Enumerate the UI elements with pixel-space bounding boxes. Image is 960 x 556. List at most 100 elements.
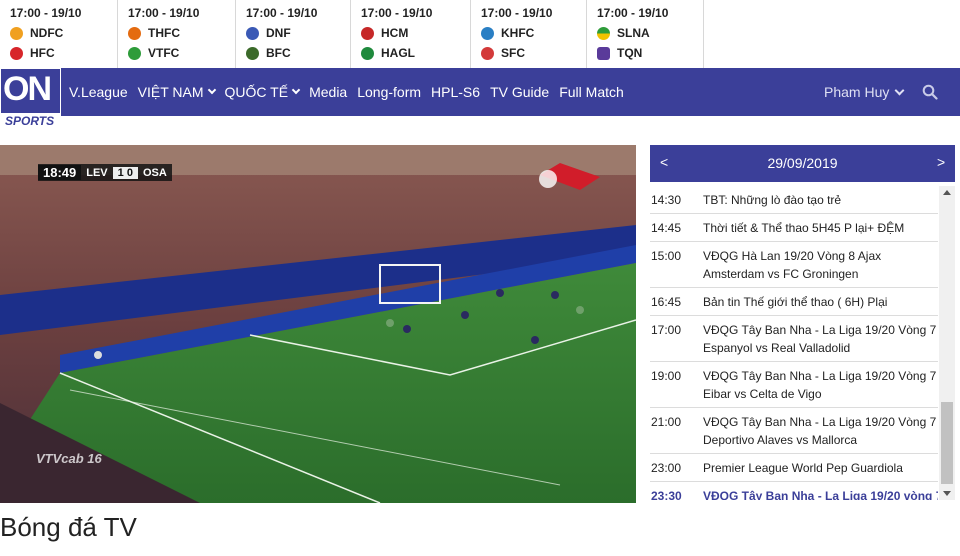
chevron-down-icon (894, 85, 905, 95)
match-card[interactable]: 17:00 - 19/10 SLNA TQN (587, 0, 704, 68)
match-card[interactable]: 17:00 - 19/10 THFC VTFC (118, 0, 236, 68)
away-team: HAGL (361, 43, 470, 63)
match-time: 17:00 - 19/10 (128, 6, 200, 20)
match-time: 17:00 - 19/10 (246, 6, 318, 20)
schedule-row[interactable]: 23:00 Premier League World Pep Guardiola (650, 454, 938, 482)
match-time: 17:00 - 19/10 (10, 6, 82, 20)
nav-menu: V.League VIỆT NAM QUỐC TẾ Media Long-for… (69, 68, 634, 116)
nav-item-hpl-s6[interactable]: HPL-S6 (431, 84, 480, 100)
team-name: HAGL (381, 46, 415, 60)
program-time: 19:00 (651, 369, 682, 383)
team-name: BFC (266, 46, 291, 60)
schedule-scrollbar[interactable] (939, 186, 955, 500)
search-icon[interactable] (922, 84, 938, 100)
away-team: TQN (597, 43, 703, 63)
away-team: SFC (481, 43, 586, 63)
program-time: 14:45 (651, 221, 682, 235)
program-time: 16:45 (651, 295, 682, 309)
video-player[interactable]: 18:49 LEV 1 0 OSA VTVcab 16 (0, 145, 636, 503)
nav-item-vleague[interactable]: V.League (69, 84, 128, 100)
nav-label: Media (309, 84, 348, 100)
nav-item-media[interactable]: Media (309, 84, 347, 100)
program-title: Bản tin Thế giới thể thao ( 6H) Plại (703, 295, 888, 309)
program-time: 23:30 (651, 489, 682, 500)
program-time: 15:00 (651, 249, 682, 263)
match-card[interactable]: 17:00 - 19/10 HCM HAGL (351, 0, 471, 68)
match-clock: 18:49 (38, 165, 82, 180)
user-menu[interactable]: Pham Huy (824, 68, 905, 116)
match-time: 17:00 - 19/10 (481, 6, 553, 20)
nav-item-vietnam[interactable]: VIỆT NAM (138, 84, 216, 100)
match-time: 17:00 - 19/10 (597, 6, 669, 20)
logo-sports-text: SPORTS (1, 113, 60, 130)
team-crest-icon (481, 46, 494, 60)
program-title: VĐQG Hà Lan 19/20 Vòng 8 Ajax Amsterdam … (703, 249, 882, 281)
scroll-down-icon[interactable] (943, 491, 951, 496)
program-title: VĐQG Tây Ban Nha - La Liga 19/20 Vòng 7 … (703, 415, 937, 447)
program-title: VĐQG Tây Ban Nha - La Liga 19/20 Vòng 7 … (703, 369, 937, 401)
nav-item-tv-guide[interactable]: TV Guide (490, 84, 549, 100)
team-crest-icon (128, 46, 141, 60)
schedule-row[interactable]: 19:00 VĐQG Tây Ban Nha - La Liga 19/20 Vò… (650, 362, 938, 408)
away-team: BFC (246, 43, 350, 63)
schedule-row-current[interactable]: 23:30 VĐQG Tây Ban Nha - La Liga 19/20 vò… (650, 482, 938, 500)
team-crest-icon (128, 26, 141, 40)
schedule-row[interactable]: 21:00 VĐQG Tây Ban Nha - La Liga 19/20 Vò… (650, 408, 938, 454)
home-team: KHFC (481, 23, 586, 43)
match-card[interactable]: 17:00 - 19/10 KHFC SFC (471, 0, 587, 68)
team-name: NDFC (30, 26, 64, 40)
team-crest-icon (597, 46, 610, 60)
team-crest-icon (10, 26, 23, 40)
scroll-thumb[interactable] (941, 402, 953, 484)
nav-label: Long-form (357, 84, 422, 100)
schedule-row[interactable]: 14:30 TBT: Những lò đào tạo trẻ (650, 186, 938, 214)
team-name: KHFC (501, 26, 535, 40)
scoreboard: 18:49 LEV 1 0 OSA (38, 164, 172, 181)
team-name: SFC (501, 46, 525, 60)
schedule-list: 14:30 TBT: Những lò đào tạo trẻ 14:45 Thời… (650, 186, 938, 500)
nav-label: V.League (69, 84, 128, 100)
nav-label: Full Match (559, 84, 624, 100)
video-frame (0, 145, 636, 503)
nav-item-full-match[interactable]: Full Match (559, 84, 624, 100)
team-crest-icon (246, 26, 259, 40)
schedule-row[interactable]: 14:45 Thời tiết & Thể thao 5H45 P lại+ ĐỆ… (650, 214, 938, 242)
team-name: DNF (266, 26, 291, 40)
onsports-logo[interactable]: ON SPORTS (0, 68, 61, 131)
team-name: HCM (381, 26, 409, 40)
channel-watermark: VTVcab 16 (36, 451, 102, 466)
program-title: Premier League World Pep Guardiola (703, 461, 903, 475)
schedule-date: 29/09/2019 (767, 155, 838, 171)
team-name: HFC (30, 46, 55, 60)
team-crest-icon (246, 46, 259, 60)
program-title: Thời tiết & Thể thao 5H45 P lại+ ĐỆM (703, 221, 905, 235)
schedule-row[interactable]: 17:00 VĐQG Tây Ban Nha - La Liga 19/20 Vò… (650, 316, 938, 362)
chevron-down-icon (207, 85, 216, 95)
away-team: VTFC (128, 43, 235, 63)
team-crest-icon (597, 26, 610, 40)
next-day-button[interactable]: > (937, 154, 945, 170)
scroll-up-icon[interactable] (943, 190, 951, 195)
team-name: SLNA (617, 26, 650, 40)
nav-item-longform[interactable]: Long-form (357, 84, 421, 100)
schedule-row[interactable]: 15:00 VĐQG Hà Lan 19/20 Vòng 8 Ajax Amste… (650, 242, 938, 288)
nav-item-quocte[interactable]: QUỐC TẾ (225, 84, 301, 100)
program-time: 23:00 (651, 461, 682, 475)
team-name: TQN (617, 46, 643, 60)
home-code: LEV (86, 166, 108, 179)
nav-label: HPL-S6 (431, 84, 481, 100)
match-time: 17:00 - 19/10 (361, 6, 433, 20)
page-title: Bóng đá TV (0, 512, 137, 542)
team-crest-icon (361, 46, 374, 60)
home-team: THFC (128, 23, 235, 43)
away-team: HFC (10, 43, 117, 63)
schedule-row[interactable]: 16:45 Bản tin Thế giới thể thao ( 6H) Plạ… (650, 288, 938, 316)
team-name: VTFC (148, 46, 180, 60)
program-time: 17:00 (651, 323, 682, 337)
program-time: 14:30 (651, 193, 682, 207)
program-time: 21:00 (651, 415, 682, 429)
match-card[interactable]: 17:00 - 19/10 NDFC HFC (0, 0, 118, 68)
away-code: OSA (142, 166, 167, 179)
home-team: HCM (361, 23, 470, 43)
match-card[interactable]: 17:00 - 19/10 DNF BFC (236, 0, 351, 68)
